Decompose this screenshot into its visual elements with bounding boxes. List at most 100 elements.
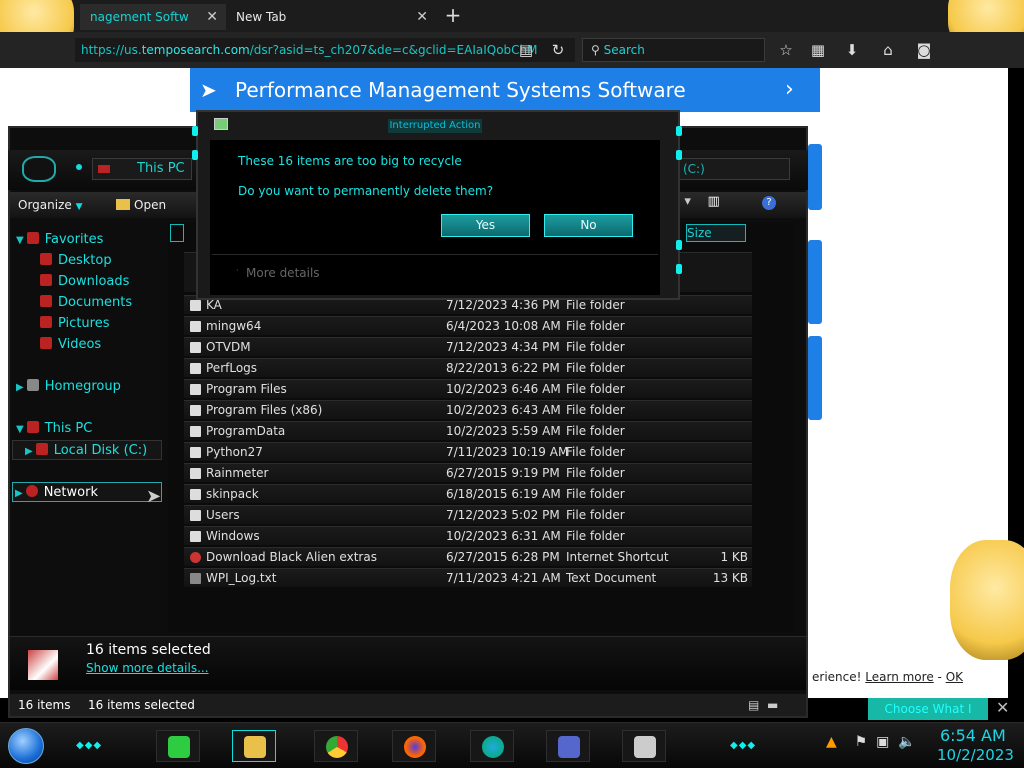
file-type: Text Document: [566, 571, 657, 585]
url-bar[interactable]: https://us.temposearch.com/dsr?asid=ts_c…: [75, 38, 575, 62]
address-bar-end[interactable]: (C:): [676, 158, 790, 180]
ad-side-block[interactable]: [808, 336, 822, 420]
table-row[interactable]: Windows 10/2/2023 6:31 AM File folder: [184, 526, 752, 545]
clock-date[interactable]: 10/2/2023: [937, 746, 1014, 764]
file-date: 7/12/2023 4:34 PM: [446, 340, 560, 354]
ad-side-block[interactable]: [808, 144, 822, 210]
star-icon[interactable]: ☆: [774, 38, 798, 62]
home-icon[interactable]: ⌂: [876, 38, 900, 62]
system-tray: ▲ ⚑ ▣ 🔈: [826, 734, 916, 750]
nav-pictures[interactable]: Pictures: [40, 314, 109, 334]
new-tab-button[interactable]: +: [440, 4, 466, 28]
ok-link[interactable]: OK: [946, 670, 963, 684]
nav-documents[interactable]: Documents: [40, 293, 132, 313]
taskbar-app-edge-canary[interactable]: [470, 730, 514, 762]
table-row[interactable]: Rainmeter 6/27/2015 9:19 PM File folder: [184, 463, 752, 482]
tab-active[interactable]: nagement Softw ✕: [80, 4, 226, 30]
expand-icon[interactable]: ▶: [16, 382, 24, 393]
clock-time[interactable]: 6:54 AM: [940, 726, 1006, 745]
expand-icon[interactable]: ▶: [25, 446, 33, 457]
taskbar-app-file-explorer[interactable]: [232, 730, 276, 762]
file-type: File folder: [566, 424, 625, 438]
pocket-icon[interactable]: ◙: [912, 38, 936, 62]
table-row[interactable]: OTVDM 7/12/2023 4:34 PM File folder: [184, 337, 752, 356]
download-icon[interactable]: ⬇: [840, 38, 864, 62]
expand-icon[interactable]: ▼: [16, 235, 24, 246]
nav-homegroup[interactable]: ▶ Homegroup: [16, 377, 121, 397]
learn-more-link[interactable]: Learn more: [865, 670, 933, 684]
start-button[interactable]: [8, 728, 44, 764]
nav-local-disk[interactable]: ▶ Local Disk (C:): [12, 440, 162, 460]
nav-label: Network: [43, 485, 98, 500]
details-view-icon[interactable]: ▤: [748, 698, 759, 712]
show-more-details-link[interactable]: Show more details...: [86, 661, 209, 675]
close-icon[interactable]: ✕: [996, 698, 1009, 717]
ad-banner[interactable]: Performance Management Systems Software: [190, 68, 820, 112]
nav-videos[interactable]: Videos: [40, 335, 101, 355]
reload-icon[interactable]: ↻: [546, 38, 570, 62]
view-mode-icons[interactable]: ▤ ▬: [748, 698, 778, 712]
homegroup-icon: [26, 379, 39, 391]
flag-icon[interactable]: ⚑: [855, 734, 868, 750]
nav-desktop[interactable]: Desktop: [40, 251, 112, 271]
network-tray-icon[interactable]: ▣: [876, 734, 889, 750]
nav-favorites[interactable]: ▼ Favorites: [16, 230, 103, 250]
library-icon[interactable]: ▦: [806, 38, 830, 62]
folder-icon: [190, 426, 201, 437]
column-header-left[interactable]: [170, 224, 184, 242]
reader-view-icon[interactable]: ▤: [514, 38, 538, 62]
large-icons-view-icon[interactable]: ▬: [767, 698, 778, 712]
taskbar-app-notes[interactable]: [156, 730, 200, 762]
table-row[interactable]: Users 7/12/2023 5:02 PM File folder: [184, 505, 752, 524]
preview-pane-icon[interactable]: ▥: [707, 194, 719, 209]
table-row[interactable]: WPI_Log.txt 7/11/2023 4:21 AM Text Documen…: [184, 568, 752, 587]
history-dot-icon[interactable]: [76, 164, 82, 170]
table-row[interactable]: Download Black Alien extras 6/27/2015 6:2…: [184, 547, 752, 566]
table-row[interactable]: Program Files 10/2/2023 6:46 AM File folde…: [184, 379, 752, 398]
tab-label: New Tab: [236, 10, 287, 24]
no-button[interactable]: No: [544, 214, 633, 237]
table-row[interactable]: Python27 7/11/2023 10:19 AM File folder: [184, 442, 752, 461]
chevron-down-icon[interactable]: ·: [236, 266, 239, 275]
close-icon[interactable]: ✕: [206, 9, 218, 25]
search-input[interactable]: ⚲ Search: [582, 38, 765, 62]
close-icon[interactable]: ✕: [416, 9, 428, 25]
back-forward-icon[interactable]: [22, 156, 56, 182]
dialog-message: These 16 items are too big to recycle: [238, 154, 462, 168]
table-row[interactable]: PerfLogs 8/22/2013 6:22 PM File folder: [184, 358, 752, 377]
notification-icon[interactable]: ▲: [826, 734, 837, 750]
privacy-text: erience!: [812, 670, 862, 684]
ad-side-block[interactable]: [808, 240, 822, 324]
more-details-toggle[interactable]: More details: [246, 266, 320, 280]
nav-this-pc[interactable]: ▼ This PC: [16, 419, 92, 439]
expand-icon[interactable]: ▼: [16, 424, 24, 435]
url-prefix: https://us.: [81, 43, 142, 57]
table-row[interactable]: ProgramData 10/2/2023 5:59 AM File folder: [184, 421, 752, 440]
yes-button[interactable]: Yes: [441, 214, 530, 237]
column-header-size[interactable]: Size: [686, 224, 746, 242]
nav-downloads[interactable]: Downloads: [40, 272, 129, 292]
choose-what-i-share-button[interactable]: Choose What I Share: [868, 698, 988, 738]
taskbar-app-chrome[interactable]: [314, 730, 358, 762]
taskbar-app-system-monitor[interactable]: [622, 730, 666, 762]
folder-icon: [190, 489, 201, 500]
taskbar-app-firefox[interactable]: [392, 730, 436, 762]
file-type: File folder: [566, 487, 625, 501]
volume-icon[interactable]: 🔈: [898, 734, 915, 750]
separator: -: [937, 670, 942, 684]
table-row[interactable]: mingw64 6/4/2023 10:08 AM File folder: [184, 316, 752, 335]
help-icon[interactable]: ?: [762, 196, 776, 210]
chevron-right-icon[interactable]: ›: [785, 68, 794, 112]
open-button[interactable]: Open: [116, 192, 166, 218]
expand-icon[interactable]: ▶: [15, 488, 23, 499]
taskbar-app-control-panel[interactable]: [546, 730, 590, 762]
table-row[interactable]: skinpack 6/18/2015 6:19 AM File folder: [184, 484, 752, 503]
file-name: Users: [206, 508, 240, 522]
file-date: 6/18/2015 6:19 AM: [446, 487, 561, 501]
frame-decoration: [676, 126, 682, 136]
nav-network[interactable]: ▶ Network: [12, 482, 162, 502]
edge-canary-icon: [482, 736, 504, 758]
organize-button[interactable]: Organize ▼: [18, 192, 83, 218]
tab-new[interactable]: New Tab ✕: [226, 4, 436, 30]
table-row[interactable]: Program Files (x86) 10/2/2023 6:43 AM File…: [184, 400, 752, 419]
